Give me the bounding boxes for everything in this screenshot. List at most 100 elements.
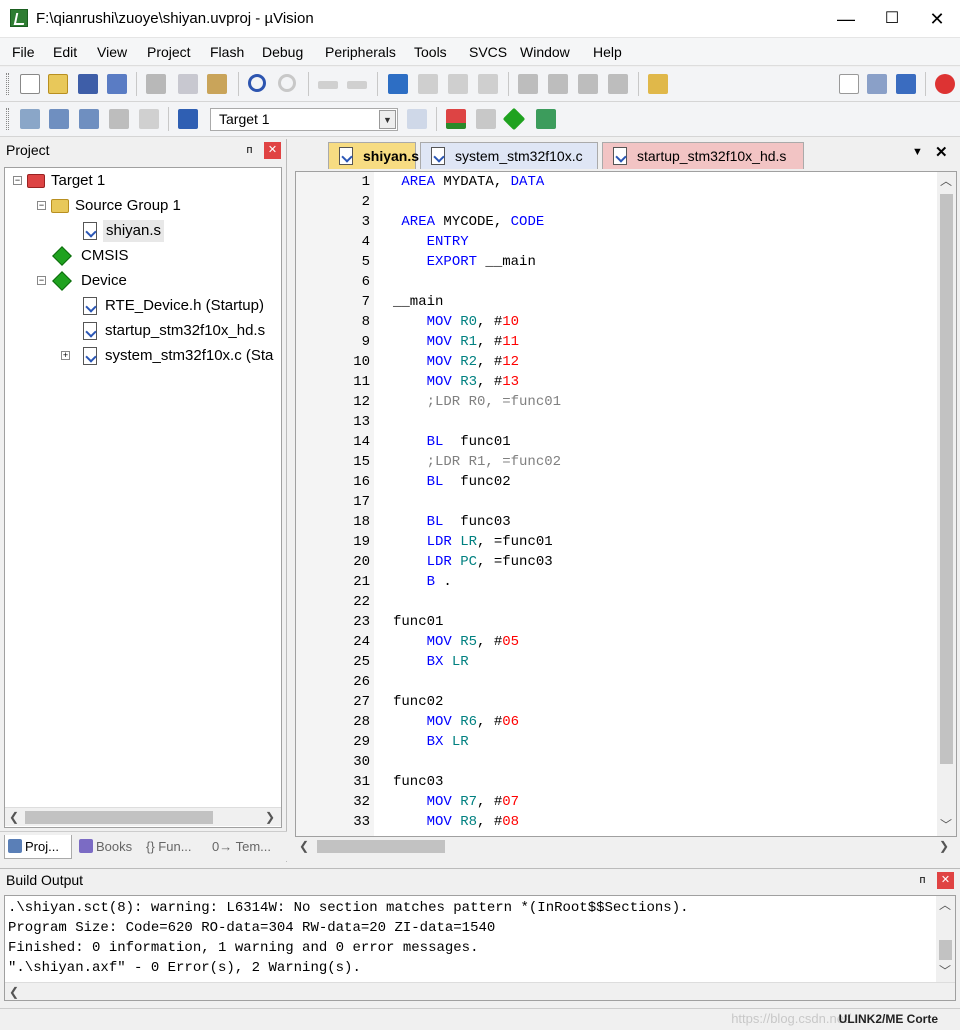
options-for-target-icon[interactable] <box>407 109 427 129</box>
toolbar-grip[interactable] <box>6 108 9 130</box>
unindent-icon[interactable] <box>548 74 568 94</box>
menu-tools[interactable]: Tools <box>414 44 447 60</box>
scroll-thumb[interactable] <box>939 940 952 960</box>
menu-peripherals[interactable]: Peripherals <box>325 44 396 60</box>
tab-shiyan-s[interactable]: shiyan.s <box>328 142 419 169</box>
scroll-down-icon[interactable]: ﹀ <box>937 816 955 835</box>
bookmark-icon[interactable] <box>388 74 408 94</box>
paste-icon[interactable] <box>207 74 227 94</box>
expand-icon[interactable]: + <box>61 351 70 360</box>
scroll-down-icon[interactable]: ﹀ <box>936 962 954 981</box>
select-packs-icon[interactable] <box>476 109 496 129</box>
code-line: MOV R0, #10 <box>426 314 520 330</box>
build-output-text[interactable]: .\shiyan.sct(8): warning: L6314W: No sec… <box>4 895 956 1001</box>
editor-vertical-scrollbar[interactable]: ︿ ﹀ <box>937 172 956 836</box>
search-icon[interactable] <box>935 74 955 94</box>
save-icon[interactable] <box>78 74 98 94</box>
maximize-button[interactable]: ☐ <box>869 0 915 38</box>
toolbar-grip[interactable] <box>6 73 9 95</box>
new-file-icon[interactable] <box>20 74 40 94</box>
scroll-right-icon[interactable]: ❯ <box>935 837 953 856</box>
build-icon[interactable] <box>49 109 69 129</box>
output-horizontal-scrollbar[interactable]: ❮ <box>5 982 955 1000</box>
save-all-icon[interactable] <box>107 74 127 94</box>
uncomment-icon[interactable] <box>608 74 628 94</box>
scroll-thumb[interactable] <box>317 840 445 853</box>
manage-project-items-icon[interactable] <box>446 109 466 129</box>
close-build-output-button[interactable]: ✕ <box>937 872 954 889</box>
menu-view[interactable]: View <box>97 44 127 60</box>
manage-rte-icon[interactable] <box>502 107 526 131</box>
close-project-panel-button[interactable]: ✕ <box>264 142 281 159</box>
menu-project[interactable]: Project <box>147 44 191 60</box>
stop-build-icon[interactable] <box>139 109 159 129</box>
output-vertical-scrollbar[interactable]: ︿ ﹀ <box>936 896 955 982</box>
scroll-left-icon[interactable]: ❮ <box>5 808 23 827</box>
close-window-button[interactable]: ✕ <box>914 0 960 38</box>
collapse-icon[interactable]: − <box>13 176 22 185</box>
menu-flash[interactable]: Flash <box>210 44 244 60</box>
menu-edit[interactable]: Edit <box>53 44 77 60</box>
tab-label: {} Fun... <box>146 839 192 854</box>
prev-bookmark-icon[interactable] <box>418 74 438 94</box>
clear-bookmarks-icon[interactable] <box>478 74 498 94</box>
minimize-button[interactable]: — <box>823 0 869 38</box>
navigate-back-icon[interactable] <box>318 81 338 89</box>
scroll-thumb[interactable] <box>25 811 213 824</box>
menu-help[interactable]: Help <box>593 44 622 60</box>
batch-build-icon[interactable] <box>109 109 129 129</box>
books-icon <box>79 839 93 853</box>
open-folder-icon[interactable] <box>48 74 68 94</box>
tab-project[interactable]: Proj... <box>4 835 72 859</box>
scroll-left-icon[interactable]: ❮ <box>5 983 23 1000</box>
find-in-files-icon[interactable] <box>648 74 668 94</box>
navigate-forward-icon[interactable] <box>347 81 367 89</box>
tab-label: Books <box>96 839 133 854</box>
tab-templates[interactable]: 0→ Tem... <box>210 835 271 859</box>
editor-panel: shiyan.s system_stm32f10x.c startup_stm3… <box>292 139 960 862</box>
collapse-icon[interactable]: − <box>37 276 46 285</box>
pin-icon[interactable]: ᴨ <box>914 872 931 889</box>
scroll-up-icon[interactable]: ︿ <box>936 896 954 915</box>
scroll-right-icon[interactable]: ❯ <box>261 808 279 827</box>
incremental-find-icon[interactable] <box>867 74 887 94</box>
scroll-left-icon[interactable]: ❮ <box>295 837 313 856</box>
line-number: 7 <box>361 294 370 310</box>
scroll-up-icon[interactable]: ︿ <box>937 172 955 191</box>
tree-horizontal-scrollbar[interactable]: ❮ ❯ <box>5 807 281 826</box>
tab-functions[interactable]: {} Fun... <box>144 835 192 859</box>
status-bar: https://blog.csdn.net/... ULINK2/ME Cort… <box>0 1008 960 1030</box>
tab-books[interactable]: Books <box>76 835 132 859</box>
menu-file[interactable]: File <box>12 44 35 60</box>
menu-debug[interactable]: Debug <box>262 44 303 60</box>
debug-session-icon[interactable] <box>896 74 916 94</box>
menu-svcs[interactable]: SVCS <box>469 44 507 60</box>
pin-icon[interactable]: ᴨ <box>241 142 258 159</box>
cut-icon[interactable] <box>146 74 166 94</box>
chevron-down-icon[interactable]: ▼ <box>379 110 396 129</box>
code-line: MOV R6, #06 <box>426 714 520 730</box>
find-dropdown-icon[interactable] <box>839 74 859 94</box>
download-load-icon[interactable] <box>178 109 198 129</box>
comment-icon[interactable] <box>578 74 598 94</box>
translate-icon[interactable] <box>20 109 40 129</box>
menu-window[interactable]: Window <box>520 44 570 60</box>
editor-horizontal-scrollbar[interactable]: ❮ ❯ <box>295 837 957 857</box>
next-bookmark-icon[interactable] <box>448 74 468 94</box>
close-tab-icon[interactable]: ✕ <box>935 143 948 161</box>
editor-tabs: shiyan.s system_stm32f10x.c startup_stm3… <box>292 139 960 169</box>
undo-icon[interactable] <box>248 74 266 92</box>
redo-icon[interactable] <box>278 74 296 92</box>
tab-startup-stm32f10x-hd-s[interactable]: startup_stm32f10x_hd.s <box>602 142 804 169</box>
target-select[interactable]: Target 1 ▼ <box>210 108 398 131</box>
code-area[interactable]: 1 2 3 4 5 6 7 8 9 10 11 12 13 14 15 16 17 18 19 20 21 22 23 24 2… <box>295 171 957 837</box>
tab-list-dropdown-icon[interactable]: ▼ <box>912 146 923 158</box>
tab-system-stm32f10x-c[interactable]: system_stm32f10x.c <box>420 142 598 169</box>
rebuild-icon[interactable] <box>79 109 99 129</box>
copy-icon[interactable] <box>178 74 198 94</box>
project-tab-icon <box>8 839 22 853</box>
scroll-thumb[interactable] <box>940 194 953 764</box>
indent-icon[interactable] <box>518 74 538 94</box>
pack-installer-icon[interactable] <box>536 109 556 129</box>
collapse-icon[interactable]: − <box>37 201 46 210</box>
